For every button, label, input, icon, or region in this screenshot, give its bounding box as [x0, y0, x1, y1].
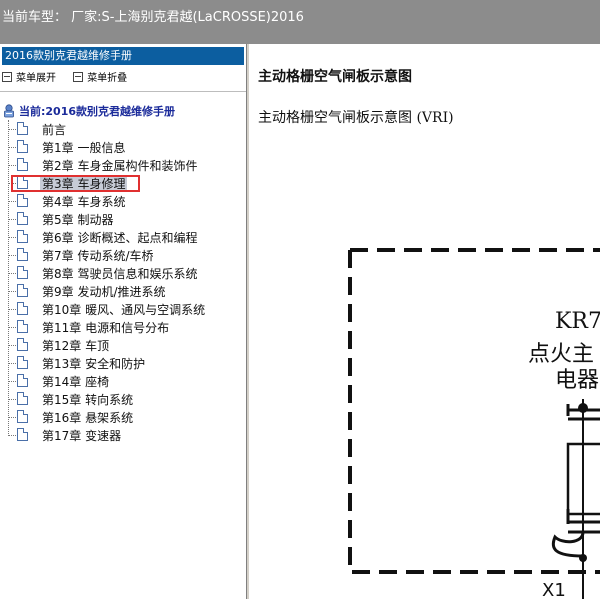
tree-item-label: 第9章 发动机/推进系统: [42, 285, 166, 299]
document-icon: [17, 338, 28, 351]
tree-item-label: 第5章 制动器: [42, 213, 114, 227]
document-icon: [17, 212, 28, 225]
tree-item-chapter-10[interactable]: 第10章 暖风、通风与空调系统: [0, 300, 246, 318]
tree-item-chapter-8[interactable]: 第8章 驾驶员信息和娱乐系统: [0, 264, 246, 282]
tree-item-label: 第2章 车身金属构件和装饰件: [42, 159, 198, 173]
document-icon: [17, 248, 28, 261]
tree-item-label: 第12章 车顶: [42, 339, 110, 353]
document-icon: [17, 230, 28, 243]
tree-item-label: 第17章 变速器: [42, 429, 122, 443]
expand-menu-button[interactable]: 菜单展开: [2, 69, 56, 84]
toc-pane: 2016款别克君越维修手册 菜单展开 菜单折叠 当前:2016款别克君越维修手册…: [0, 44, 247, 599]
box-minus-icon: [2, 71, 12, 82]
window-title-bar: 当前车型： 厂家:S-上海别克君越(LaCROSSE)2016: [0, 0, 600, 44]
tree-item-label: 第15章 转向系统: [42, 393, 134, 407]
wiring-diagram: [348, 248, 600, 599]
tree-item-chapter-2[interactable]: 第2章 车身金属构件和装饰件: [0, 156, 246, 174]
tree-item-chapter-13[interactable]: 第13章 安全和防护: [0, 354, 246, 372]
document-icon: [17, 140, 28, 153]
tree-item-chapter-14[interactable]: 第14章 座椅: [0, 372, 246, 390]
tree-item-label: 第16章 悬架系统: [42, 411, 134, 425]
box-minus-icon: [73, 71, 84, 82]
document-icon: [17, 194, 28, 207]
tree-item-label: 第4章 车身系统: [42, 195, 126, 209]
toolbar-divider: [0, 91, 246, 92]
tree-toolbar: 菜单展开 菜单折叠: [2, 69, 141, 85]
manual-book-icon: [4, 104, 14, 118]
document-icon: [17, 428, 28, 441]
tree-item-chapter-6[interactable]: 第6章 诊断概述、起点和编程: [0, 228, 246, 246]
document-icon: [17, 320, 28, 333]
document-icon: [17, 158, 28, 171]
document-icon: [17, 284, 28, 297]
document-icon: [17, 122, 28, 135]
manual-header: 2016款别克君越维修手册: [2, 47, 244, 65]
document-icon: [17, 176, 28, 189]
document-icon: [17, 356, 28, 369]
tree-item-label: 第10章 暖风、通风与空调系统: [42, 303, 206, 317]
toc-tree: 前言 第1章 一般信息 第2章 车身金属构件和装饰件 第3章 车身修理 第4章 …: [0, 120, 246, 444]
tree-item-label: 第8章 驾驶员信息和娱乐系统: [42, 267, 198, 281]
tree-item-label: 第3章 车身修理: [40, 175, 128, 192]
connector-label: X1: [542, 580, 566, 599]
tree-item-label: 第13章 安全和防护: [42, 357, 146, 371]
tree-item-chapter-12[interactable]: 第12章 车顶: [0, 336, 246, 354]
expand-menu-label: 菜单展开: [16, 73, 56, 84]
tree-root-label: 当前:2016款别克君越维修手册: [19, 105, 176, 118]
tree-item-chapter-1[interactable]: 第1章 一般信息: [0, 138, 246, 156]
tree-item-chapter-17[interactable]: 第17章 变速器: [0, 426, 246, 444]
content-pane: 主动格栅空气闸板示意图 主动格栅空气闸板示意图 (VRI) KR7 点火主 电器…: [250, 44, 600, 599]
tree-item-label: 第1章 一般信息: [42, 141, 126, 155]
document-icon: [17, 302, 28, 315]
tree-item-label: 第6章 诊断概述、起点和编程: [42, 231, 198, 245]
tree-item-chapter-15[interactable]: 第15章 转向系统: [0, 390, 246, 408]
collapse-menu-button[interactable]: 菜单折叠: [73, 69, 127, 84]
tree-item-chapter-9[interactable]: 第9章 发动机/推进系统: [0, 282, 246, 300]
document-icon: [17, 266, 28, 279]
collapse-menu-label: 菜单折叠: [87, 73, 128, 84]
document-icon: [17, 392, 28, 405]
tree-item-chapter-11[interactable]: 第11章 电源和信号分布: [0, 318, 246, 336]
tree-item-chapter-5[interactable]: 第5章 制动器: [0, 210, 246, 228]
tree-root[interactable]: 当前:2016款别克君越维修手册: [2, 102, 175, 120]
tree-item-label: 前言: [42, 123, 67, 137]
tree-item-label: 第7章 传动系统/车桥: [42, 249, 154, 263]
document-icon: [17, 410, 28, 423]
tree-item-chapter-3[interactable]: 第3章 车身修理: [0, 174, 246, 192]
connector-curl: [551, 531, 585, 558]
junction-dot: [579, 554, 587, 562]
tree-item-chapter-16[interactable]: 第16章 悬架系统: [0, 408, 246, 426]
relay-label-line3: 电器: [555, 368, 600, 393]
dashed-boundary: [348, 248, 600, 574]
tree-item-preface[interactable]: 前言: [0, 120, 246, 138]
document-icon: [17, 374, 28, 387]
tree-item-label: 第11章 电源和信号分布: [42, 321, 170, 335]
vehicle-title: 当前车型： 厂家:S-上海别克君越(LaCROSSE)2016: [2, 10, 304, 25]
relay-label-kr: KR7: [555, 309, 600, 334]
tree-item-label: 第14章 座椅: [42, 375, 110, 389]
tree-item-chapter-4[interactable]: 第4章 车身系统: [0, 192, 246, 210]
tree-item-chapter-7[interactable]: 第7章 传动系统/车桥: [0, 246, 246, 264]
